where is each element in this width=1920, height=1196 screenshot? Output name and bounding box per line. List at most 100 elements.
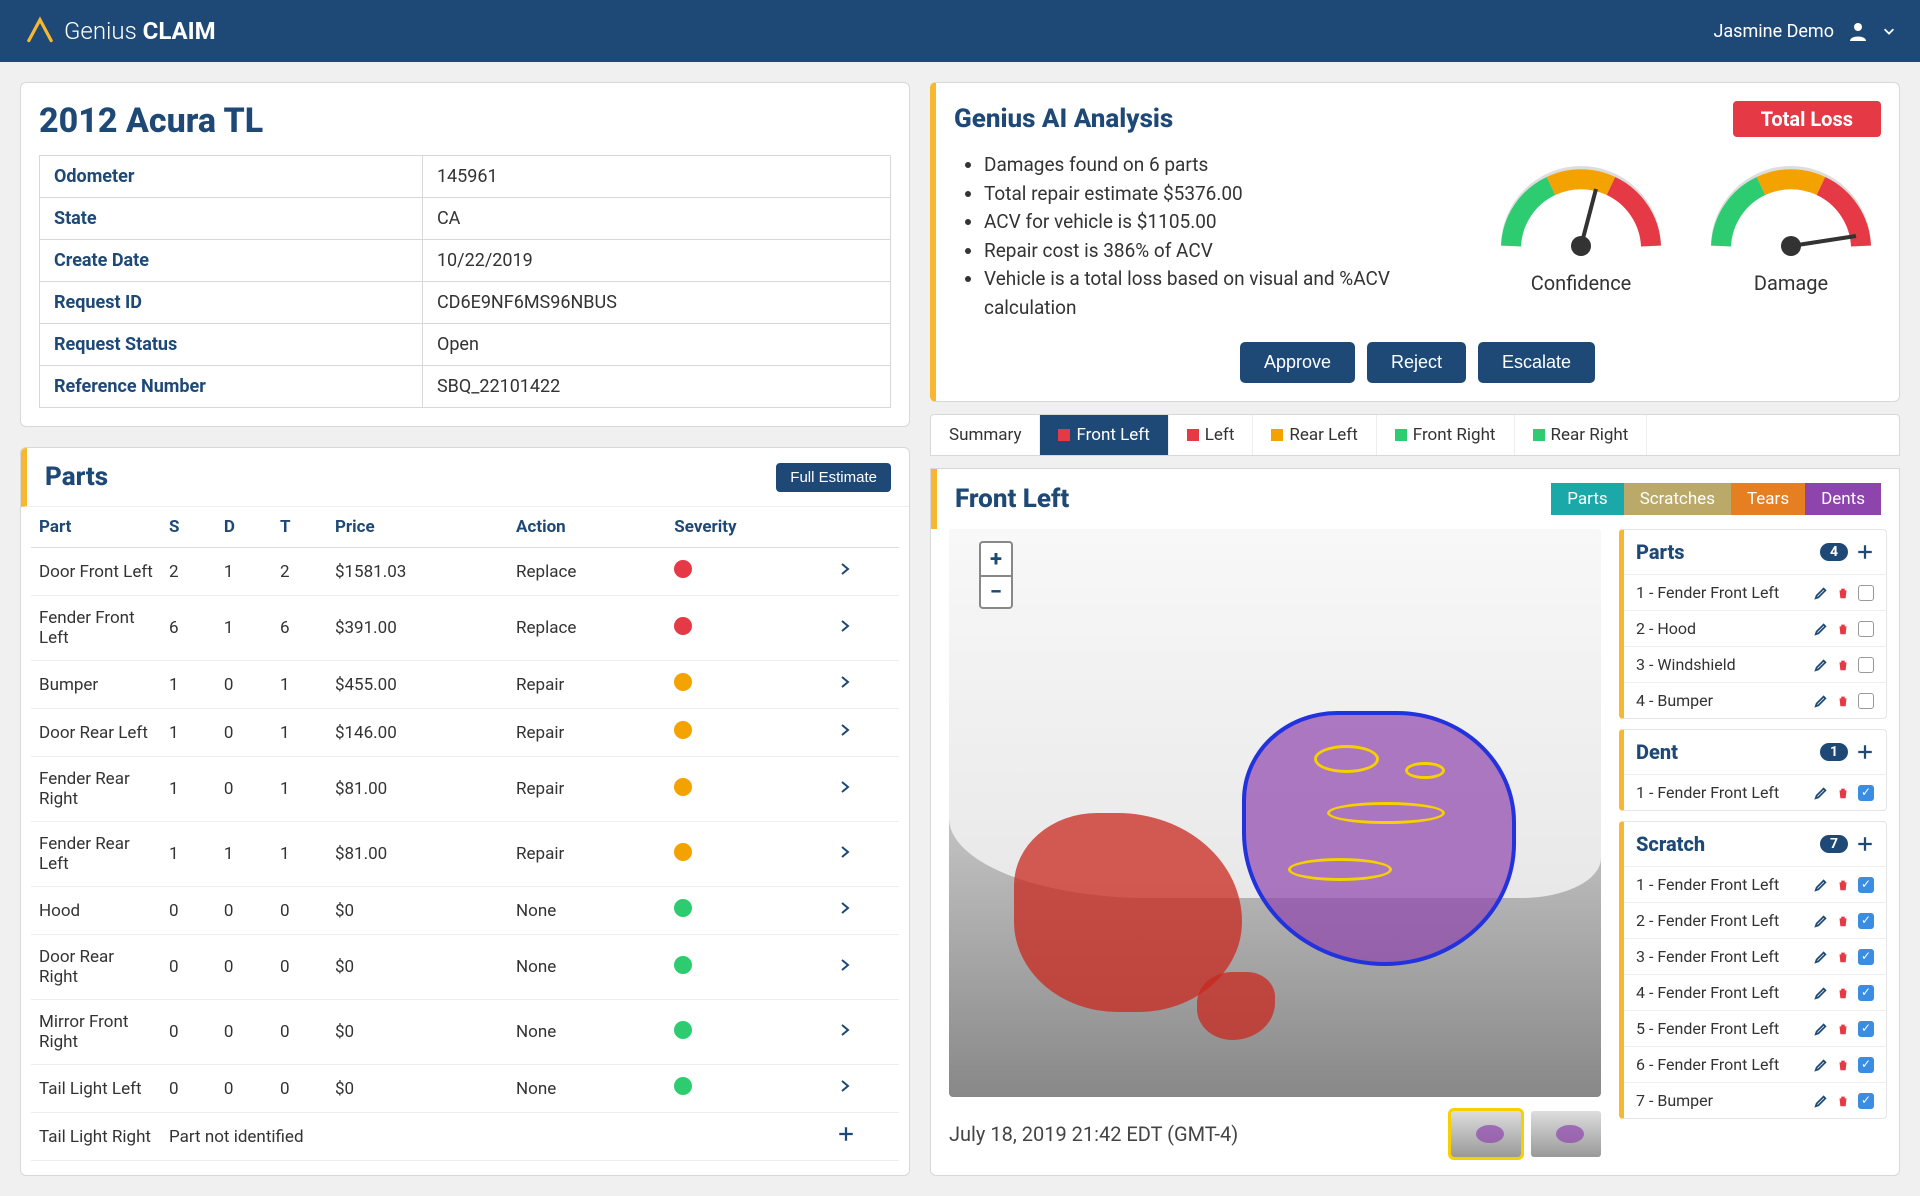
- visibility-checkbox[interactable]: [1858, 985, 1874, 1001]
- plus-icon[interactable]: [1856, 743, 1874, 761]
- visibility-checkbox[interactable]: [1858, 1093, 1874, 1109]
- part-name: Door Rear Left: [31, 709, 161, 757]
- status-dot-icon: [1395, 429, 1407, 441]
- visibility-checkbox[interactable]: [1858, 1021, 1874, 1037]
- approve-button[interactable]: Approve: [1240, 342, 1355, 383]
- delete-icon[interactable]: [1836, 878, 1850, 892]
- visibility-checkbox[interactable]: [1858, 1057, 1874, 1073]
- part-t: 0: [272, 887, 327, 935]
- expand-row[interactable]: [829, 548, 900, 596]
- delete-icon[interactable]: [1836, 1022, 1850, 1036]
- full-estimate-button[interactable]: Full Estimate: [776, 463, 891, 492]
- visibility-checkbox[interactable]: [1858, 585, 1874, 601]
- expand-row[interactable]: [829, 596, 900, 661]
- table-row: Wheel Front Part not identified: [31, 1161, 899, 1177]
- overlay-tab-parts[interactable]: Parts: [1551, 483, 1623, 515]
- edit-icon[interactable]: [1814, 1094, 1828, 1108]
- visibility-checkbox[interactable]: [1858, 949, 1874, 965]
- delete-icon[interactable]: [1836, 786, 1850, 800]
- visibility-checkbox[interactable]: [1858, 877, 1874, 893]
- user-menu[interactable]: Jasmine Demo: [1713, 19, 1896, 43]
- visibility-checkbox[interactable]: [1858, 621, 1874, 637]
- part-s: 1: [161, 709, 216, 757]
- delete-icon[interactable]: [1836, 622, 1850, 636]
- overlay-tab-tears[interactable]: Tears: [1731, 483, 1805, 515]
- delete-icon[interactable]: [1836, 694, 1850, 708]
- delete-icon[interactable]: [1836, 986, 1850, 1000]
- col-severity: Severity: [666, 507, 828, 548]
- part-t: 6: [272, 596, 327, 661]
- delete-icon[interactable]: [1836, 1094, 1850, 1108]
- edit-icon[interactable]: [1814, 950, 1828, 964]
- view-tab[interactable]: Rear Right: [1515, 415, 1648, 455]
- not-identified-text: Part not identified: [161, 1161, 829, 1177]
- damage-overlay-scratch: [1327, 802, 1444, 825]
- edit-icon[interactable]: [1814, 586, 1828, 600]
- annotation-row: 2 - Fender Front Left: [1624, 902, 1886, 938]
- visibility-checkbox[interactable]: [1858, 913, 1874, 929]
- escalate-button[interactable]: Escalate: [1478, 342, 1595, 383]
- expand-row[interactable]: [829, 757, 900, 822]
- part-s: 0: [161, 1065, 216, 1113]
- part-action: Repair: [508, 757, 666, 822]
- expand-row[interactable]: [829, 661, 900, 709]
- add-part[interactable]: [829, 1161, 900, 1177]
- expand-row[interactable]: [829, 1000, 900, 1065]
- visibility-checkbox[interactable]: [1858, 657, 1874, 673]
- part-d: 1: [216, 548, 272, 596]
- expand-row[interactable]: [829, 887, 900, 935]
- view-tab[interactable]: Front Left: [1040, 415, 1168, 455]
- delete-icon[interactable]: [1836, 658, 1850, 672]
- chevron-right-icon: [837, 674, 853, 690]
- edit-icon[interactable]: [1814, 622, 1828, 636]
- table-row: Fender Rear Right 1 0 1 $81.00 Repair: [31, 757, 899, 822]
- thumbnail[interactable]: [1531, 1111, 1601, 1157]
- overlay-tab-scratches[interactable]: Scratches: [1624, 483, 1731, 515]
- view-tab[interactable]: Front Right: [1377, 415, 1515, 455]
- part-d: 0: [216, 757, 272, 822]
- damage-overlay-scratch: [1405, 762, 1444, 779]
- info-label: Request ID: [40, 282, 423, 324]
- visibility-checkbox[interactable]: [1858, 693, 1874, 709]
- edit-icon[interactable]: [1814, 1058, 1828, 1072]
- expand-row[interactable]: [829, 709, 900, 757]
- zoom-in-button[interactable]: +: [979, 541, 1013, 575]
- delete-icon[interactable]: [1836, 914, 1850, 928]
- view-tab[interactable]: Left: [1169, 415, 1254, 455]
- part-s: 1: [161, 822, 216, 887]
- delete-icon[interactable]: [1836, 1058, 1850, 1072]
- edit-icon[interactable]: [1814, 914, 1828, 928]
- damage-image[interactable]: + −: [949, 529, 1601, 1097]
- part-s: 1: [161, 757, 216, 822]
- view-tabs: SummaryFront LeftLeftRear LeftFront Righ…: [930, 414, 1900, 456]
- delete-icon[interactable]: [1836, 586, 1850, 600]
- edit-icon[interactable]: [1814, 658, 1828, 672]
- analysis-bullet: Total repair estimate $5376.00: [984, 180, 1471, 209]
- thumbnail[interactable]: [1451, 1111, 1521, 1157]
- annotation-row: 3 - Windshield: [1624, 646, 1886, 682]
- overlay-tab-dents[interactable]: Dents: [1805, 483, 1881, 515]
- plus-icon[interactable]: [1856, 543, 1874, 561]
- view-tab[interactable]: Rear Left: [1253, 415, 1376, 455]
- add-part[interactable]: [829, 1113, 900, 1161]
- zoom-out-button[interactable]: −: [979, 575, 1013, 609]
- edit-icon[interactable]: [1814, 694, 1828, 708]
- edit-icon[interactable]: [1814, 878, 1828, 892]
- chevron-right-icon: [837, 722, 853, 738]
- chevron-right-icon: [837, 561, 853, 577]
- expand-row[interactable]: [829, 822, 900, 887]
- plus-icon[interactable]: [1856, 835, 1874, 853]
- edit-icon[interactable]: [1814, 1022, 1828, 1036]
- expand-row[interactable]: [829, 1065, 900, 1113]
- visibility-checkbox[interactable]: [1858, 785, 1874, 801]
- part-action: Replace: [508, 548, 666, 596]
- plus-icon: [837, 1173, 855, 1176]
- part-s: 1: [161, 661, 216, 709]
- chevron-right-icon: [837, 779, 853, 795]
- view-tab[interactable]: Summary: [931, 415, 1040, 455]
- delete-icon[interactable]: [1836, 950, 1850, 964]
- edit-icon[interactable]: [1814, 786, 1828, 800]
- expand-row[interactable]: [829, 935, 900, 1000]
- reject-button[interactable]: Reject: [1367, 342, 1466, 383]
- edit-icon[interactable]: [1814, 986, 1828, 1000]
